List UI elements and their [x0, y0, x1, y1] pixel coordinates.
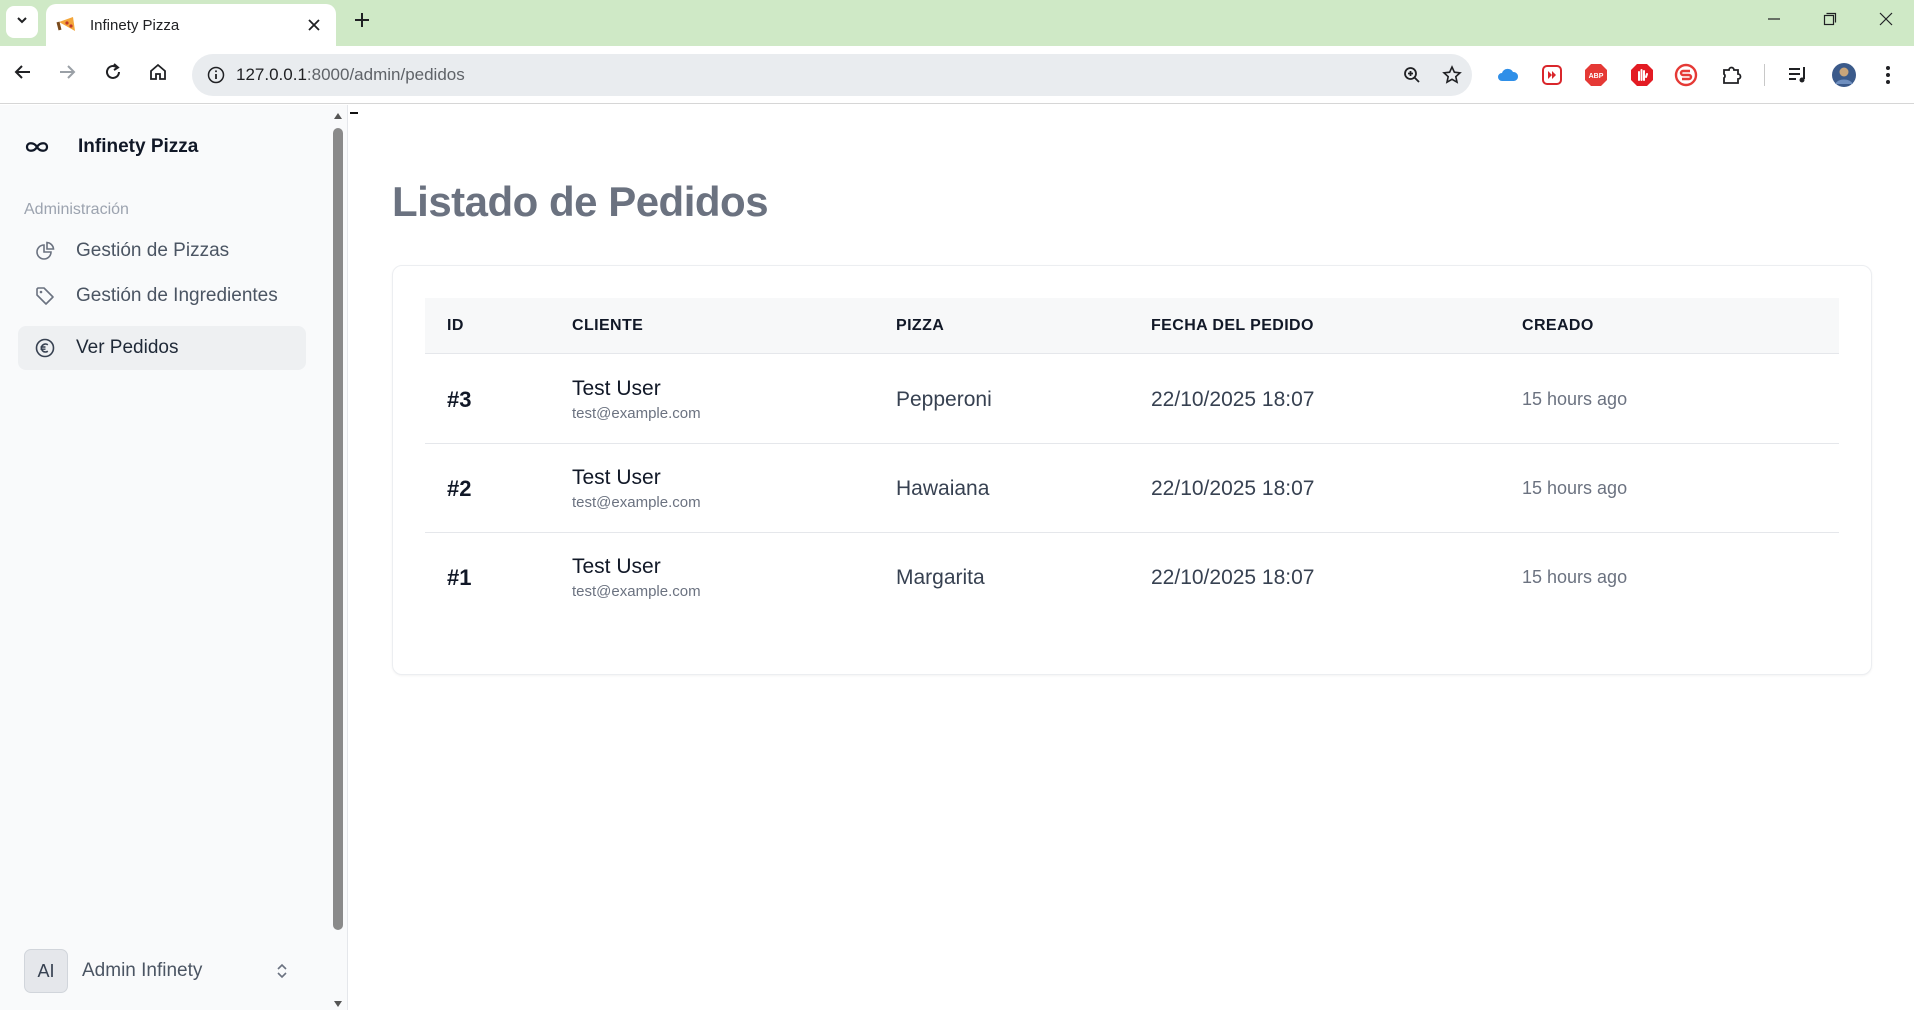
pizza-name: Hawaiana: [896, 476, 990, 500]
table-header: ID CLIENTE PIZZA FECHA DEL PEDIDO CREADO: [425, 298, 1839, 354]
adblock-plus-icon[interactable]: ABP: [1582, 61, 1610, 89]
column-header-pizza[interactable]: PIZZA: [896, 298, 944, 354]
created-ago: 15 hours ago: [1522, 567, 1628, 587]
arrow-right-icon: [58, 63, 76, 86]
pizza-name: Margarita: [896, 565, 985, 589]
s-extension-icon[interactable]: [1672, 61, 1700, 89]
brand[interactable]: Infinety Pizza: [24, 135, 198, 159]
tab-search-button[interactable]: [6, 6, 38, 38]
sidebar-divider: [347, 105, 348, 1010]
url-host: 127.0.0.1: [236, 65, 307, 84]
table-row[interactable]: #3 Test User test@example.com Pepperoni …: [425, 355, 1839, 444]
table-row[interactable]: #1 Test User test@example.com Margarita …: [425, 533, 1839, 622]
sidebar-item-ingredientes[interactable]: Gestión de Ingredientes: [18, 274, 306, 318]
euro-icon: [34, 337, 56, 359]
new-tab-button[interactable]: [348, 8, 376, 36]
cloud-extension-icon[interactable]: [1494, 61, 1522, 89]
browser-menu-icon[interactable]: [1874, 61, 1902, 89]
plus-icon: [354, 12, 370, 33]
url-text[interactable]: 127.0.0.1:8000/admin/pedidos: [236, 65, 1392, 85]
sidebar-item-label: Ver Pedidos: [76, 337, 179, 358]
reload-icon: [104, 62, 122, 86]
client-email: test@example.com: [572, 405, 701, 422]
client-name: Test User: [572, 377, 661, 400]
created-ago: 15 hours ago: [1522, 389, 1628, 409]
bookmark-star-icon[interactable]: [1432, 54, 1472, 96]
avatar: AI: [24, 949, 68, 993]
column-header-creado[interactable]: CREADO: [1522, 298, 1594, 354]
reload-button[interactable]: [96, 57, 130, 91]
brand-name: Infinety Pizza: [78, 136, 199, 157]
restore-button[interactable]: [1808, 2, 1852, 40]
sidebar-item-pedidos[interactable]: Ver Pedidos: [18, 326, 306, 370]
toolbar-separator: [1764, 64, 1765, 86]
order-id: #2: [447, 475, 472, 501]
sidebar-item-pizzas[interactable]: Gestión de Pizzas: [18, 229, 306, 273]
order-date: 22/10/2025 18:07: [1151, 387, 1315, 411]
cursor-mark: [350, 112, 358, 114]
close-window-button[interactable]: [1864, 2, 1908, 40]
video-extension-icon[interactable]: [1538, 61, 1566, 89]
order-id: #3: [447, 386, 472, 412]
table-row[interactable]: #2 Test User test@example.com Hawaiana 2…: [425, 444, 1839, 533]
client-name: Test User: [572, 555, 661, 578]
chevron-up-down-icon: [270, 959, 294, 983]
media-controls-icon[interactable]: [1784, 61, 1812, 89]
pie-chart-icon: [34, 240, 56, 262]
browser-toolbar: 127.0.0.1:8000/admin/pedidos ABP: [0, 46, 1914, 104]
home-button[interactable]: [141, 57, 175, 91]
sidebar-item-label: Gestión de Ingredientes: [76, 285, 278, 306]
page-title: Listado de Pedidos: [392, 178, 769, 225]
tag-icon: [34, 285, 56, 307]
minimize-icon: [1767, 12, 1781, 31]
orders-table-card: ID CLIENTE PIZZA FECHA DEL PEDIDO CREADO…: [392, 265, 1872, 675]
pizza-name: Pepperoni: [896, 387, 992, 411]
client-email: test@example.com: [572, 583, 701, 600]
created-ago: 15 hours ago: [1522, 478, 1628, 498]
section-label: Administración: [24, 201, 129, 218]
svg-text:ABP: ABP: [1589, 73, 1604, 80]
column-header-fecha[interactable]: FECHA DEL PEDIDO: [1151, 298, 1314, 354]
scroll-down-arrow-icon[interactable]: [331, 998, 345, 1010]
restore-icon: [1823, 12, 1837, 31]
user-menu[interactable]: AI Admin Infinety: [18, 943, 300, 999]
forward-button[interactable]: [50, 57, 84, 91]
chevron-down-icon: [15, 13, 29, 32]
scroll-up-arrow-icon[interactable]: [331, 110, 345, 122]
browser-tab-bar: Infinety Pizza: [0, 0, 1914, 46]
zoom-icon[interactable]: [1392, 54, 1432, 96]
site-info-icon[interactable]: [196, 54, 236, 96]
home-icon: [149, 63, 167, 86]
user-name: Admin Infinety: [82, 960, 203, 981]
address-bar[interactable]: 127.0.0.1:8000/admin/pedidos: [192, 54, 1472, 96]
infinity-logo-icon: [24, 135, 56, 159]
sidebar: Infinety Pizza Administración Gestión de…: [0, 105, 329, 1010]
minimize-button[interactable]: [1752, 2, 1796, 40]
profile-avatar-icon[interactable]: [1830, 61, 1858, 89]
hand-stop-extension-icon[interactable]: [1628, 61, 1656, 89]
close-icon[interactable]: [302, 13, 326, 37]
close-icon: [1879, 12, 1893, 31]
order-id: #1: [447, 564, 472, 590]
arrow-left-icon: [14, 63, 32, 86]
browser-tab[interactable]: Infinety Pizza: [46, 4, 336, 46]
column-header-cliente[interactable]: CLIENTE: [572, 298, 643, 354]
client-name: Test User: [572, 466, 661, 489]
scrollbar-thumb[interactable]: [333, 128, 343, 930]
back-button[interactable]: [6, 57, 40, 91]
order-date: 22/10/2025 18:07: [1151, 565, 1315, 589]
order-date: 22/10/2025 18:07: [1151, 476, 1315, 500]
url-path: :8000/admin/pedidos: [306, 65, 465, 84]
puzzle-extensions-icon[interactable]: [1718, 61, 1746, 89]
column-header-id[interactable]: ID: [447, 298, 464, 354]
tab-title: Infinety Pizza: [90, 16, 180, 34]
client-email: test@example.com: [572, 494, 701, 511]
pizza-favicon-icon: [56, 14, 78, 36]
sidebar-item-label: Gestión de Pizzas: [76, 240, 230, 261]
